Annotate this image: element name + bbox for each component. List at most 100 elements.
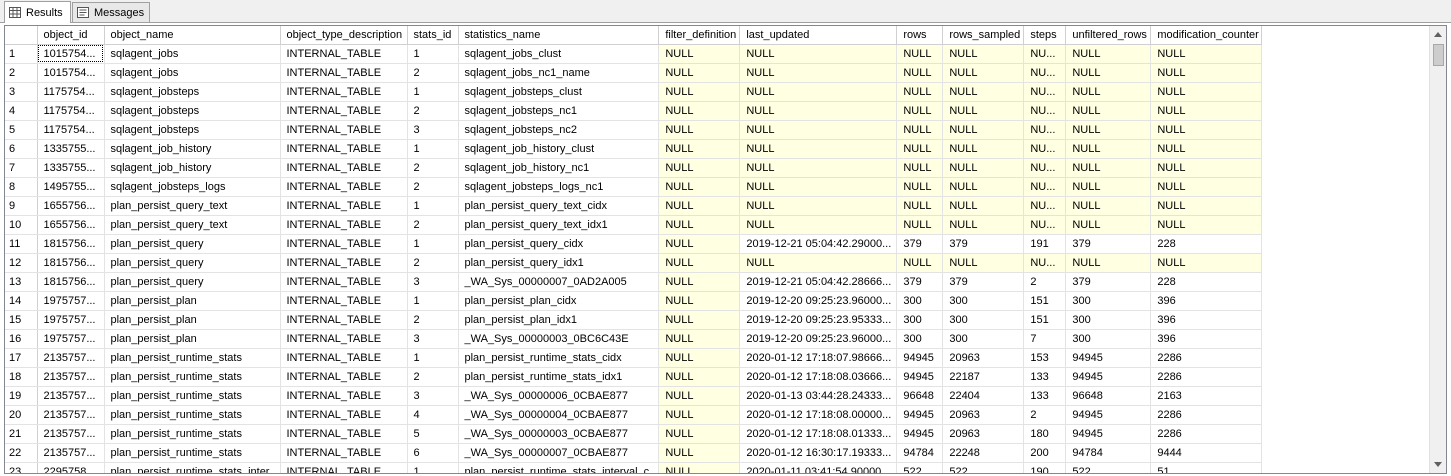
grid-cell-statistics-name[interactable]: _WA_Sys_00000006_0CBAE877 bbox=[458, 386, 660, 406]
grid-cell-filter-definition[interactable]: NULL bbox=[658, 177, 741, 197]
grid-cell-rows[interactable]: NULL bbox=[896, 177, 944, 197]
grid-cell-filter-definition[interactable]: NULL bbox=[658, 424, 741, 444]
grid-cell-stats-id[interactable]: 1 bbox=[407, 348, 459, 368]
grid-cell-unfiltered-rows[interactable]: 300 bbox=[1065, 329, 1152, 349]
grid-cell-rows-sampled[interactable]: NULL bbox=[942, 120, 1025, 140]
grid-cell-modification-counter[interactable]: NULL bbox=[1150, 120, 1263, 140]
grid-cell-modification-counter[interactable]: 396 bbox=[1150, 310, 1263, 330]
row-number[interactable]: 19 bbox=[5, 386, 38, 406]
grid-cell-rows[interactable]: NULL bbox=[896, 158, 944, 178]
grid-cell-rows[interactable]: 94945 bbox=[896, 405, 944, 425]
grid-cell-rows[interactable]: NULL bbox=[896, 139, 944, 159]
grid-cell-object-type-description[interactable]: INTERNAL_TABLE bbox=[280, 196, 408, 216]
grid-cell-rows-sampled[interactable]: NULL bbox=[942, 215, 1025, 235]
grid-cell-object-id[interactable]: 1815756... bbox=[37, 272, 105, 292]
grid-cell-modification-counter[interactable]: NULL bbox=[1150, 101, 1263, 121]
grid-cell-rows-sampled[interactable]: 300 bbox=[942, 310, 1025, 330]
grid-cell-last-updated[interactable]: NULL bbox=[739, 101, 898, 121]
row-number[interactable]: 4 bbox=[5, 101, 38, 121]
grid-cell-rows-sampled[interactable]: NULL bbox=[942, 253, 1025, 273]
grid-cell-unfiltered-rows[interactable]: NULL bbox=[1065, 44, 1152, 64]
grid-cell-modification-counter[interactable]: 2286 bbox=[1150, 367, 1263, 387]
row-number[interactable]: 2 bbox=[5, 63, 38, 83]
table-row[interactable]: 16 1975757... plan_persist_plan INTERNAL_TA… bbox=[5, 329, 1263, 349]
grid-cell-last-updated[interactable]: 2020-01-12 17:18:08.03666... bbox=[739, 367, 898, 387]
row-number[interactable]: 12 bbox=[5, 253, 38, 273]
grid-cell-steps[interactable]: 133 bbox=[1023, 367, 1067, 387]
grid-cell-last-updated[interactable]: NULL bbox=[739, 120, 898, 140]
grid-cell-unfiltered-rows[interactable]: NULL bbox=[1065, 101, 1152, 121]
grid-cell-last-updated[interactable]: NULL bbox=[739, 158, 898, 178]
column-header-statistics-name[interactable]: statistics_name bbox=[458, 26, 660, 45]
grid-cell-last-updated[interactable]: 2019-12-21 05:04:42.28666... bbox=[739, 272, 898, 292]
table-row[interactable]: 13 1815756... plan_persist_query INTERNAL_T… bbox=[5, 272, 1263, 292]
grid-cell-stats-id[interactable]: 2 bbox=[407, 215, 459, 235]
table-row[interactable]: 20 2135757... plan_persist_runtime_stats IN… bbox=[5, 405, 1263, 425]
grid-cell-unfiltered-rows[interactable]: NULL bbox=[1065, 139, 1152, 159]
grid-cell-unfiltered-rows[interactable]: NULL bbox=[1065, 120, 1152, 140]
grid-cell-last-updated[interactable]: 2020-01-12 16:30:17.19333... bbox=[739, 443, 898, 463]
grid-cell-modification-counter[interactable]: 2286 bbox=[1150, 348, 1263, 368]
grid-cell-rows-sampled[interactable]: 20963 bbox=[942, 348, 1025, 368]
column-header-stats-id[interactable]: stats_id bbox=[407, 26, 459, 45]
row-number[interactable]: 5 bbox=[5, 120, 38, 140]
grid-cell-steps[interactable]: 7 bbox=[1023, 329, 1067, 349]
grid-cell-modification-counter[interactable]: NULL bbox=[1150, 177, 1263, 197]
grid-cell-object-name[interactable]: plan_persist_runtime_stats bbox=[104, 386, 281, 406]
grid-cell-statistics-name[interactable]: plan_persist_plan_cidx bbox=[458, 291, 660, 311]
grid-cell-last-updated[interactable]: 2020-01-12 17:18:08.01333... bbox=[739, 424, 898, 444]
grid-cell-filter-definition[interactable]: NULL bbox=[658, 63, 741, 83]
grid-cell-unfiltered-rows[interactable]: 379 bbox=[1065, 272, 1152, 292]
grid-cell-last-updated[interactable]: 2020-01-13 03:44:28.24333... bbox=[739, 386, 898, 406]
grid-cell-object-name[interactable]: sqlagent_job_history bbox=[104, 158, 281, 178]
column-header-steps[interactable]: steps bbox=[1023, 26, 1067, 45]
grid-cell-filter-definition[interactable]: NULL bbox=[658, 158, 741, 178]
grid-cell-last-updated[interactable]: NULL bbox=[739, 177, 898, 197]
grid-cell-stats-id[interactable]: 1 bbox=[407, 196, 459, 216]
grid-cell-object-name[interactable]: sqlagent_jobsteps bbox=[104, 82, 281, 102]
grid-cell-object-type-description[interactable]: INTERNAL_TABLE bbox=[280, 405, 408, 425]
grid-cell-rows[interactable]: 379 bbox=[896, 234, 944, 254]
row-number[interactable]: 20 bbox=[5, 405, 38, 425]
grid-cell-last-updated[interactable]: NULL bbox=[739, 215, 898, 235]
table-row[interactable]: 19 2135757... plan_persist_runtime_stats IN… bbox=[5, 386, 1263, 406]
grid-cell-steps[interactable]: 153 bbox=[1023, 348, 1067, 368]
grid-cell-modification-counter[interactable]: NULL bbox=[1150, 196, 1263, 216]
table-row[interactable]: 11 1815756... plan_persist_query INTERNAL_T… bbox=[5, 234, 1263, 254]
grid-cell-filter-definition[interactable]: NULL bbox=[658, 272, 741, 292]
grid-cell-object-name[interactable]: plan_persist_plan bbox=[104, 329, 281, 349]
grid-cell-steps[interactable]: NU... bbox=[1023, 196, 1067, 216]
grid-cell-statistics-name[interactable]: _WA_Sys_00000004_0CBAE877 bbox=[458, 405, 660, 425]
grid-cell-last-updated[interactable]: NULL bbox=[739, 63, 898, 83]
table-row[interactable]: 15 1975757... plan_persist_plan INTERNAL_TA… bbox=[5, 310, 1263, 330]
grid-cell-statistics-name[interactable]: plan_persist_query_idx1 bbox=[458, 253, 660, 273]
grid-cell-rows-sampled[interactable]: NULL bbox=[942, 177, 1025, 197]
table-row[interactable]: 18 2135757... plan_persist_runtime_stats IN… bbox=[5, 367, 1263, 387]
grid-cell-object-name[interactable]: plan_persist_runtime_stats bbox=[104, 424, 281, 444]
grid-cell-steps[interactable]: NU... bbox=[1023, 139, 1067, 159]
grid-cell-rows[interactable]: NULL bbox=[896, 101, 944, 121]
grid-cell-last-updated[interactable]: 2020-01-12 17:18:08.00000... bbox=[739, 405, 898, 425]
grid-cell-steps[interactable]: NU... bbox=[1023, 101, 1067, 121]
grid-cell-object-name[interactable]: plan_persist_runtime_stats bbox=[104, 405, 281, 425]
grid-cell-statistics-name[interactable]: sqlagent_jobsteps_logs_nc1 bbox=[458, 177, 660, 197]
grid-cell-last-updated[interactable]: 2019-12-20 09:25:23.96000... bbox=[739, 291, 898, 311]
grid-cell-unfiltered-rows[interactable]: NULL bbox=[1065, 196, 1152, 216]
grid-cell-steps[interactable]: 151 bbox=[1023, 291, 1067, 311]
grid-cell-unfiltered-rows[interactable]: 96648 bbox=[1065, 386, 1152, 406]
grid-cell-modification-counter[interactable]: NULL bbox=[1150, 139, 1263, 159]
row-number[interactable]: 7 bbox=[5, 158, 38, 178]
grid-cell-last-updated[interactable]: 2020-01-12 17:18:07.98666... bbox=[739, 348, 898, 368]
grid-cell-rows[interactable]: 94945 bbox=[896, 367, 944, 387]
grid-cell-object-id[interactable]: 1975757... bbox=[37, 310, 105, 330]
grid-cell-object-id[interactable]: 2135757... bbox=[37, 424, 105, 444]
grid-cell-last-updated[interactable]: 2019-12-21 05:04:42.29000... bbox=[739, 234, 898, 254]
grid-cell-rows-sampled[interactable]: 22404 bbox=[942, 386, 1025, 406]
grid-cell-object-id[interactable]: 1015754... bbox=[37, 44, 105, 64]
grid-cell-rows-sampled[interactable]: NULL bbox=[942, 63, 1025, 83]
row-number[interactable]: 14 bbox=[5, 291, 38, 311]
grid-cell-stats-id[interactable]: 3 bbox=[407, 120, 459, 140]
grid-cell-rows[interactable]: NULL bbox=[896, 196, 944, 216]
grid-cell-rows-sampled[interactable]: 22248 bbox=[942, 443, 1025, 463]
grid-cell-stats-id[interactable]: 2 bbox=[407, 177, 459, 197]
